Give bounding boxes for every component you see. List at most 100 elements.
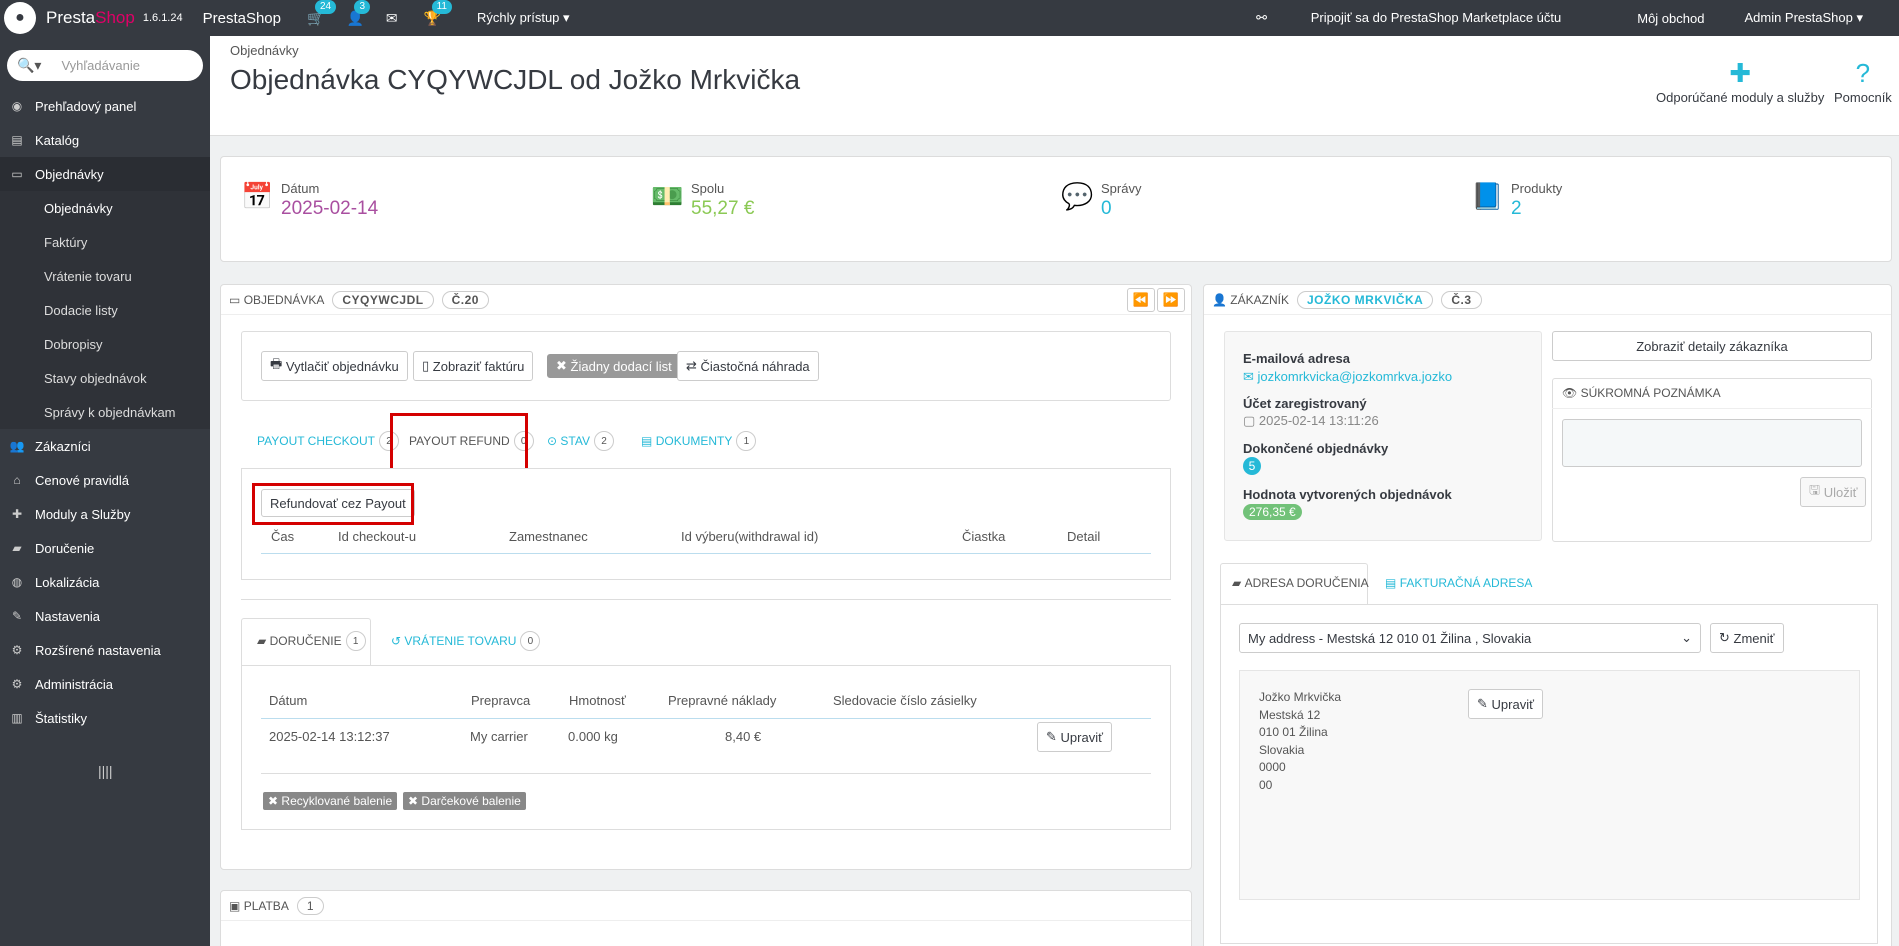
customers-notification[interactable]: 👤 3 xyxy=(346,0,370,27)
sidebar-subitem-invoices[interactable]: Faktúry xyxy=(0,225,210,259)
help-label: Pomocník xyxy=(1834,90,1892,105)
sidebar-item-administration[interactable]: ⚙ Administrácia xyxy=(0,667,210,701)
gift-wrapping-label: ✖ Darčekové balenie xyxy=(403,792,526,810)
sidebar-item-catalog[interactable]: ▤ Katalóg xyxy=(0,123,210,157)
envelope-icon: ✉ xyxy=(1243,369,1254,384)
address-select[interactable]: My address - Mestská 12 010 01 Žilina , … xyxy=(1239,623,1701,653)
forward-icon: ⏩ xyxy=(1162,291,1180,307)
sidebar-subitem-credit-slips[interactable]: Dobropisy xyxy=(0,327,210,361)
orders-notification[interactable]: 🛒 24 xyxy=(307,0,337,27)
view-invoice-button[interactable]: ▯ Zobraziť faktúru xyxy=(413,351,534,381)
partial-refund-button[interactable]: ⇄ Čiastočná náhrada xyxy=(677,351,819,381)
payment-panel: ▣ PLATBA 1 xyxy=(220,890,1192,946)
collapse-sidebar-icon[interactable]: |||| xyxy=(98,763,210,779)
save-note-button[interactable]: 🖫 Uložiť xyxy=(1800,477,1867,507)
sidebar-subitem-delivery-slips[interactable]: Dodacie listy xyxy=(0,293,210,327)
sidebar-subitem-statuses[interactable]: Stavy objednávok xyxy=(0,361,210,395)
customer-email-link[interactable]: ✉ jozkomrkvicka@jozkomrkva.jozko xyxy=(1243,369,1452,385)
sidebar-subitem-orders[interactable]: Objednávky xyxy=(0,191,210,225)
sidebar-item-label: Moduly a Služby xyxy=(35,506,131,522)
sidebar-item-preferences[interactable]: ✎ Nastavenia xyxy=(0,599,210,633)
tab-label: ADRESA DORUČENIA xyxy=(1244,576,1369,590)
sidebar-subitem-returns[interactable]: Vrátenie tovaru xyxy=(0,259,210,293)
admin-menu[interactable]: Admin PrestaShop ▾ xyxy=(1744,10,1863,26)
column-header: Id checkout-u xyxy=(338,529,417,544)
logo[interactable]: ● PrestaShop 1.6.1.24 xyxy=(4,2,183,34)
order-reference-badge: CYQYWCJDL xyxy=(332,290,434,309)
file-icon: ▯ xyxy=(422,358,430,373)
tab-count: 1 xyxy=(736,431,757,451)
money-icon: ▣ xyxy=(229,898,241,913)
next-order-button[interactable]: ⏩ xyxy=(1157,287,1185,312)
cogs-icon: ⚙ xyxy=(11,643,23,657)
tab-count: 1 xyxy=(345,631,366,651)
messages-notification[interactable]: ✉ xyxy=(386,10,398,27)
kpi-label: Dátum xyxy=(281,181,320,196)
truck-icon: ▰ xyxy=(1232,576,1242,590)
tab-delivery[interactable]: ▰ DORUČENIE 1 xyxy=(257,631,366,651)
help-button[interactable]: ? Pomocník xyxy=(1834,56,1892,105)
registered-value: 2025-02-14 13:11:26 xyxy=(1258,413,1379,428)
trophy-notification[interactable]: 🏆 11 xyxy=(424,0,452,27)
sidebar-item-shipping[interactable]: ▰ Doručenie xyxy=(0,531,210,565)
customer-panel-header: 👤 ZÁKAZNÍK JOŽKO MRKVIČKA Č.3 xyxy=(1204,285,1891,315)
kpi-value: 2025-02-14 xyxy=(281,198,379,219)
recommended-modules-button[interactable]: ✚ Odporúčané moduly a služby xyxy=(1656,56,1824,105)
tab-returns[interactable]: ↺ VRÁTENIE TOVARU 0 xyxy=(391,631,541,651)
breadcrumb[interactable]: Objednávky xyxy=(230,43,299,58)
column-header: Detail xyxy=(1067,529,1101,544)
divider xyxy=(261,773,1151,774)
edit-shipping-button[interactable]: ✎ Upraviť xyxy=(1037,722,1112,752)
tab-status[interactable]: ⊙ STAV 2 xyxy=(547,431,614,451)
sidebar-item-label: Cenové pravidlá xyxy=(35,472,129,488)
brand-text-accent: Shop xyxy=(95,8,135,27)
completed-orders-badge: 5 xyxy=(1243,457,1261,475)
view-customer-details-button[interactable]: Zobraziť detaily zákazníka xyxy=(1552,331,1872,361)
quick-access-dropdown[interactable]: Rýchly prístup ▾ xyxy=(477,10,570,26)
kpi-value: 55,27 € xyxy=(691,198,755,219)
tab-payout-checkout[interactable]: PAYOUT CHECKOUT 2 xyxy=(257,431,400,451)
shop-name-link[interactable]: PrestaShop xyxy=(203,10,281,27)
sidebar-item-customers[interactable]: 👥 Zákazníci xyxy=(0,429,210,463)
previous-order-button[interactable]: ⏪ xyxy=(1127,287,1155,312)
print-order-button[interactable]: 🖶 Vytlačiť objednávku xyxy=(261,351,408,381)
sidebar-item-stats[interactable]: ▥ Štatistiky xyxy=(0,701,210,735)
edit-address-button[interactable]: ✎ Upraviť xyxy=(1468,689,1543,719)
label-text: Darčekové balenie xyxy=(421,794,521,808)
sidebar-item-modules[interactable]: ✚ Moduly a Služby xyxy=(0,497,210,531)
page-header: Objednávky Objednávka CYQYWCJDL od Jožko… xyxy=(210,36,1899,136)
shipping-carrier: My carrier xyxy=(470,729,528,744)
change-address-button[interactable]: ↻ Zmeniť xyxy=(1710,623,1784,653)
kpi-date: 📅 Dátum 2025-02-14 xyxy=(241,181,378,220)
label-text: Recyklované balenie xyxy=(281,794,393,808)
payment-count-badge: 1 xyxy=(296,896,325,915)
file-text-icon: ▤ xyxy=(641,434,653,448)
marketplace-link[interactable]: ⚯ Pripojiť sa do PrestaShop Marketplace … xyxy=(1256,10,1597,26)
calendar-icon: ▢ xyxy=(1243,413,1256,428)
tab-shipping-address[interactable]: ▰ ADRESA DORUČENIA xyxy=(1232,576,1369,590)
column-header: Prepravné náklady xyxy=(668,693,777,708)
sidebar-item-orders[interactable]: ▭ Objednávky xyxy=(0,157,210,191)
private-note-textarea[interactable] xyxy=(1562,419,1862,467)
column-header: Prepravca xyxy=(471,693,531,708)
shipping-date: 2025-02-14 13:12:37 xyxy=(269,729,390,744)
link-icon: ⚯ xyxy=(1256,10,1268,25)
sidebar-item-advanced[interactable]: ⚙ Rozšírené nastavenia xyxy=(0,633,210,667)
dashboard-icon: ◉ xyxy=(11,99,23,113)
tab-invoice-address[interactable]: ▤ FAKTURAČNÁ ADRESA xyxy=(1385,576,1532,590)
sidebar-item-price-rules[interactable]: ⌂ Cenové pravidlá xyxy=(0,463,210,497)
search-input[interactable]: 🔍▾ Vyhľadávanie xyxy=(7,50,203,81)
sidebar-subitem-messages[interactable]: Správy k objednávkam xyxy=(0,395,210,429)
search-icon: 🔍▾ xyxy=(17,57,42,73)
my-shop-link[interactable]: Môj obchod xyxy=(1637,11,1704,26)
order-number-badge: Č.20 xyxy=(441,290,489,309)
sidebar-item-label: Rozšírené nastavenia xyxy=(35,642,161,658)
user-icon: 👤 xyxy=(1212,292,1227,307)
address-line: 0000 xyxy=(1259,760,1286,774)
sidebar-item-dashboard[interactable]: ◉ Prehľadový panel xyxy=(0,89,210,123)
customer-name-badge[interactable]: JOŽKO MRKVIČKA xyxy=(1296,290,1434,309)
sidebar-item-localization[interactable]: ◍ Lokalizácia xyxy=(0,565,210,599)
bar-chart-icon: ▥ xyxy=(11,711,23,725)
truck-icon: ▰ xyxy=(12,541,22,555)
tab-documents[interactable]: ▤ DOKUMENTY 1 xyxy=(641,431,757,451)
